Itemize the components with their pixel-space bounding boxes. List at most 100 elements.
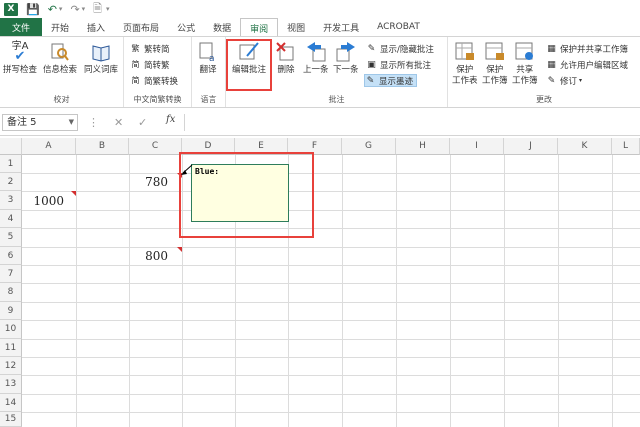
show-all-comments-button[interactable]: ▣ 显示所有批注 <box>366 58 431 71</box>
formula-bar: 备注 5 ▼ ⋮ ✕ ✓ fx <box>0 110 640 136</box>
protect-sheet-button[interactable]: 保护 工作表 <box>452 41 478 87</box>
column-header-g[interactable]: G <box>342 138 396 155</box>
row-header-3[interactable]: 3 <box>0 191 22 210</box>
tab-data[interactable]: 数据 <box>204 18 240 36</box>
group-chinese-conversion: 繁繁转简 简简转繁 简简繁转换 中文简繁转换 <box>124 37 192 107</box>
row-header-9[interactable]: 9 <box>0 302 22 320</box>
column-header-k[interactable]: K <box>558 138 612 155</box>
row-header-2[interactable]: 2 <box>0 173 22 191</box>
tab-file[interactable]: 文件 <box>0 18 43 36</box>
protect-workbook-icon <box>484 41 506 63</box>
svg-text:a: a <box>209 54 215 63</box>
delete-comment-button[interactable]: 删除 <box>275 41 297 76</box>
show-ink-button[interactable]: ✎ 显示墨迹 <box>364 74 418 87</box>
thesaurus-button[interactable]: 同义词库 <box>84 41 118 76</box>
gridline <box>396 155 397 427</box>
gridline <box>342 155 343 427</box>
tab-home[interactable]: 开始 <box>42 18 78 36</box>
redo-icon[interactable]: ↷ <box>70 3 79 16</box>
tab-acrobat[interactable]: ACROBAT <box>368 18 429 36</box>
redo-dropdown-icon[interactable]: ▾ <box>82 5 86 13</box>
column-header-c[interactable]: C <box>129 138 182 155</box>
next-comment-button[interactable]: 下一条 <box>333 41 359 76</box>
row-header-1[interactable]: 1 <box>0 155 22 173</box>
protect-share-button[interactable]: ▦ 保护并共享工作簿 <box>546 42 628 55</box>
show-hide-comment-button[interactable]: ✎ 显示/隐藏批注 <box>366 42 434 55</box>
comment-indicator <box>177 247 182 252</box>
more-icon[interactable]: ⋮ <box>88 116 99 129</box>
column-header-h[interactable]: H <box>396 138 450 155</box>
insert-function-icon[interactable]: fx <box>166 114 175 125</box>
tab-view[interactable]: 视图 <box>278 18 314 36</box>
gridline <box>76 155 77 427</box>
track-changes-icon: ✎ <box>547 75 556 86</box>
row-header-15[interactable]: 15 <box>0 412 22 427</box>
group-label-chinese: 中文简繁转换 <box>133 95 182 104</box>
allow-edit-ranges-button[interactable]: ▦ 允许用户编辑区域 <box>546 58 628 71</box>
column-header-j[interactable]: J <box>504 138 558 155</box>
title-bar: X 💾 ↶ ▾ ↷ ▾ 🗎 ▾ <box>0 0 640 18</box>
row-header-8[interactable]: 8 <box>0 283 22 302</box>
formula-input[interactable] <box>184 114 638 131</box>
trad-to-simp-icon: 繁 <box>131 44 140 53</box>
gridline <box>22 247 640 248</box>
allow-edit-ranges-icon: ▦ <box>547 59 556 70</box>
customize-qat-icon[interactable]: ▾ <box>106 5 110 13</box>
trad-to-simp-button[interactable]: 繁繁转简 <box>130 42 170 55</box>
tab-formulas[interactable]: 公式 <box>168 18 204 36</box>
spreadsheet-grid: A B C D E F G H I J K L 1 2 3 4 5 6 7 8 … <box>0 138 640 427</box>
name-box[interactable]: 备注 5 ▼ <box>2 114 78 131</box>
arrow-left-icon <box>305 41 327 63</box>
group-changes: 保护 工作表 保护 工作簿 共享 工作簿 ▦ 保护并共享工作簿 ▦ 允许用户编辑区域… <box>448 37 640 107</box>
simp-to-trad-button[interactable]: 简简转繁 <box>130 58 170 71</box>
share-workbook-button[interactable]: 共享 工作簿 <box>512 41 538 87</box>
cell-a3[interactable]: 1000 <box>24 194 64 208</box>
ribbon: 字A ✔ 拼写检查 信息检索 同义词库 校对 繁繁转简 简简转繁 简简繁转换 中… <box>0 36 640 108</box>
cell-c6[interactable]: 800 <box>132 249 168 263</box>
convert-icon: 简 <box>131 76 140 85</box>
convert-button[interactable]: 简简繁转换 <box>130 74 179 87</box>
cancel-icon[interactable]: ✕ <box>114 116 123 129</box>
research-button[interactable]: 信息检索 <box>43 41 77 76</box>
tab-insert[interactable]: 插入 <box>78 18 114 36</box>
show-all-comments-icon: ▣ <box>367 59 376 70</box>
row-header-14[interactable]: 14 <box>0 394 22 412</box>
column-header-l[interactable]: L <box>612 138 640 155</box>
gridline <box>558 155 559 427</box>
track-changes-button[interactable]: ✎ 修订 ▾ <box>546 74 582 87</box>
gridline <box>450 155 451 427</box>
print-preview-icon[interactable]: 🗎 <box>93 0 102 19</box>
undo-dropdown-icon[interactable]: ▾ <box>59 5 63 13</box>
share-workbook-icon <box>514 41 536 63</box>
row-header-5[interactable]: 5 <box>0 228 22 247</box>
select-all-corner[interactable] <box>0 138 22 155</box>
protect-workbook-button[interactable]: 保护 工作簿 <box>482 41 508 87</box>
gridline <box>504 155 505 427</box>
row-header-4[interactable]: 4 <box>0 210 22 228</box>
gridline <box>22 191 640 192</box>
row-header-10[interactable]: 10 <box>0 320 22 339</box>
column-header-b[interactable]: B <box>76 138 129 155</box>
tab-review[interactable]: 审阅 <box>240 18 279 37</box>
comment-highlight <box>179 152 314 238</box>
cell-c2[interactable]: 780 <box>132 175 168 189</box>
row-header-13[interactable]: 13 <box>0 375 22 394</box>
tab-developer[interactable]: 开发工具 <box>314 18 368 36</box>
undo-icon[interactable]: ↶ <box>48 3 57 16</box>
row-header-6[interactable]: 6 <box>0 247 22 265</box>
delete-comment-icon <box>275 41 297 63</box>
group-label-proofing: 校对 <box>53 95 70 104</box>
translate-button[interactable]: a 翻译 <box>197 41 219 76</box>
row-header-7[interactable]: 7 <box>0 265 22 283</box>
tab-page-layout[interactable]: 页面布局 <box>114 18 168 36</box>
row-header-11[interactable]: 11 <box>0 339 22 357</box>
gridline <box>129 155 130 427</box>
spell-check-icon: 字A ✔ <box>11 41 29 64</box>
prev-comment-button[interactable]: 上一条 <box>303 41 329 76</box>
save-icon[interactable]: 💾 <box>26 3 40 16</box>
row-header-12[interactable]: 12 <box>0 357 22 375</box>
column-header-i[interactable]: I <box>450 138 504 155</box>
column-header-a[interactable]: A <box>22 138 76 155</box>
spell-check-button[interactable]: 字A ✔ 拼写检查 <box>3 41 37 76</box>
enter-icon[interactable]: ✓ <box>138 116 147 129</box>
